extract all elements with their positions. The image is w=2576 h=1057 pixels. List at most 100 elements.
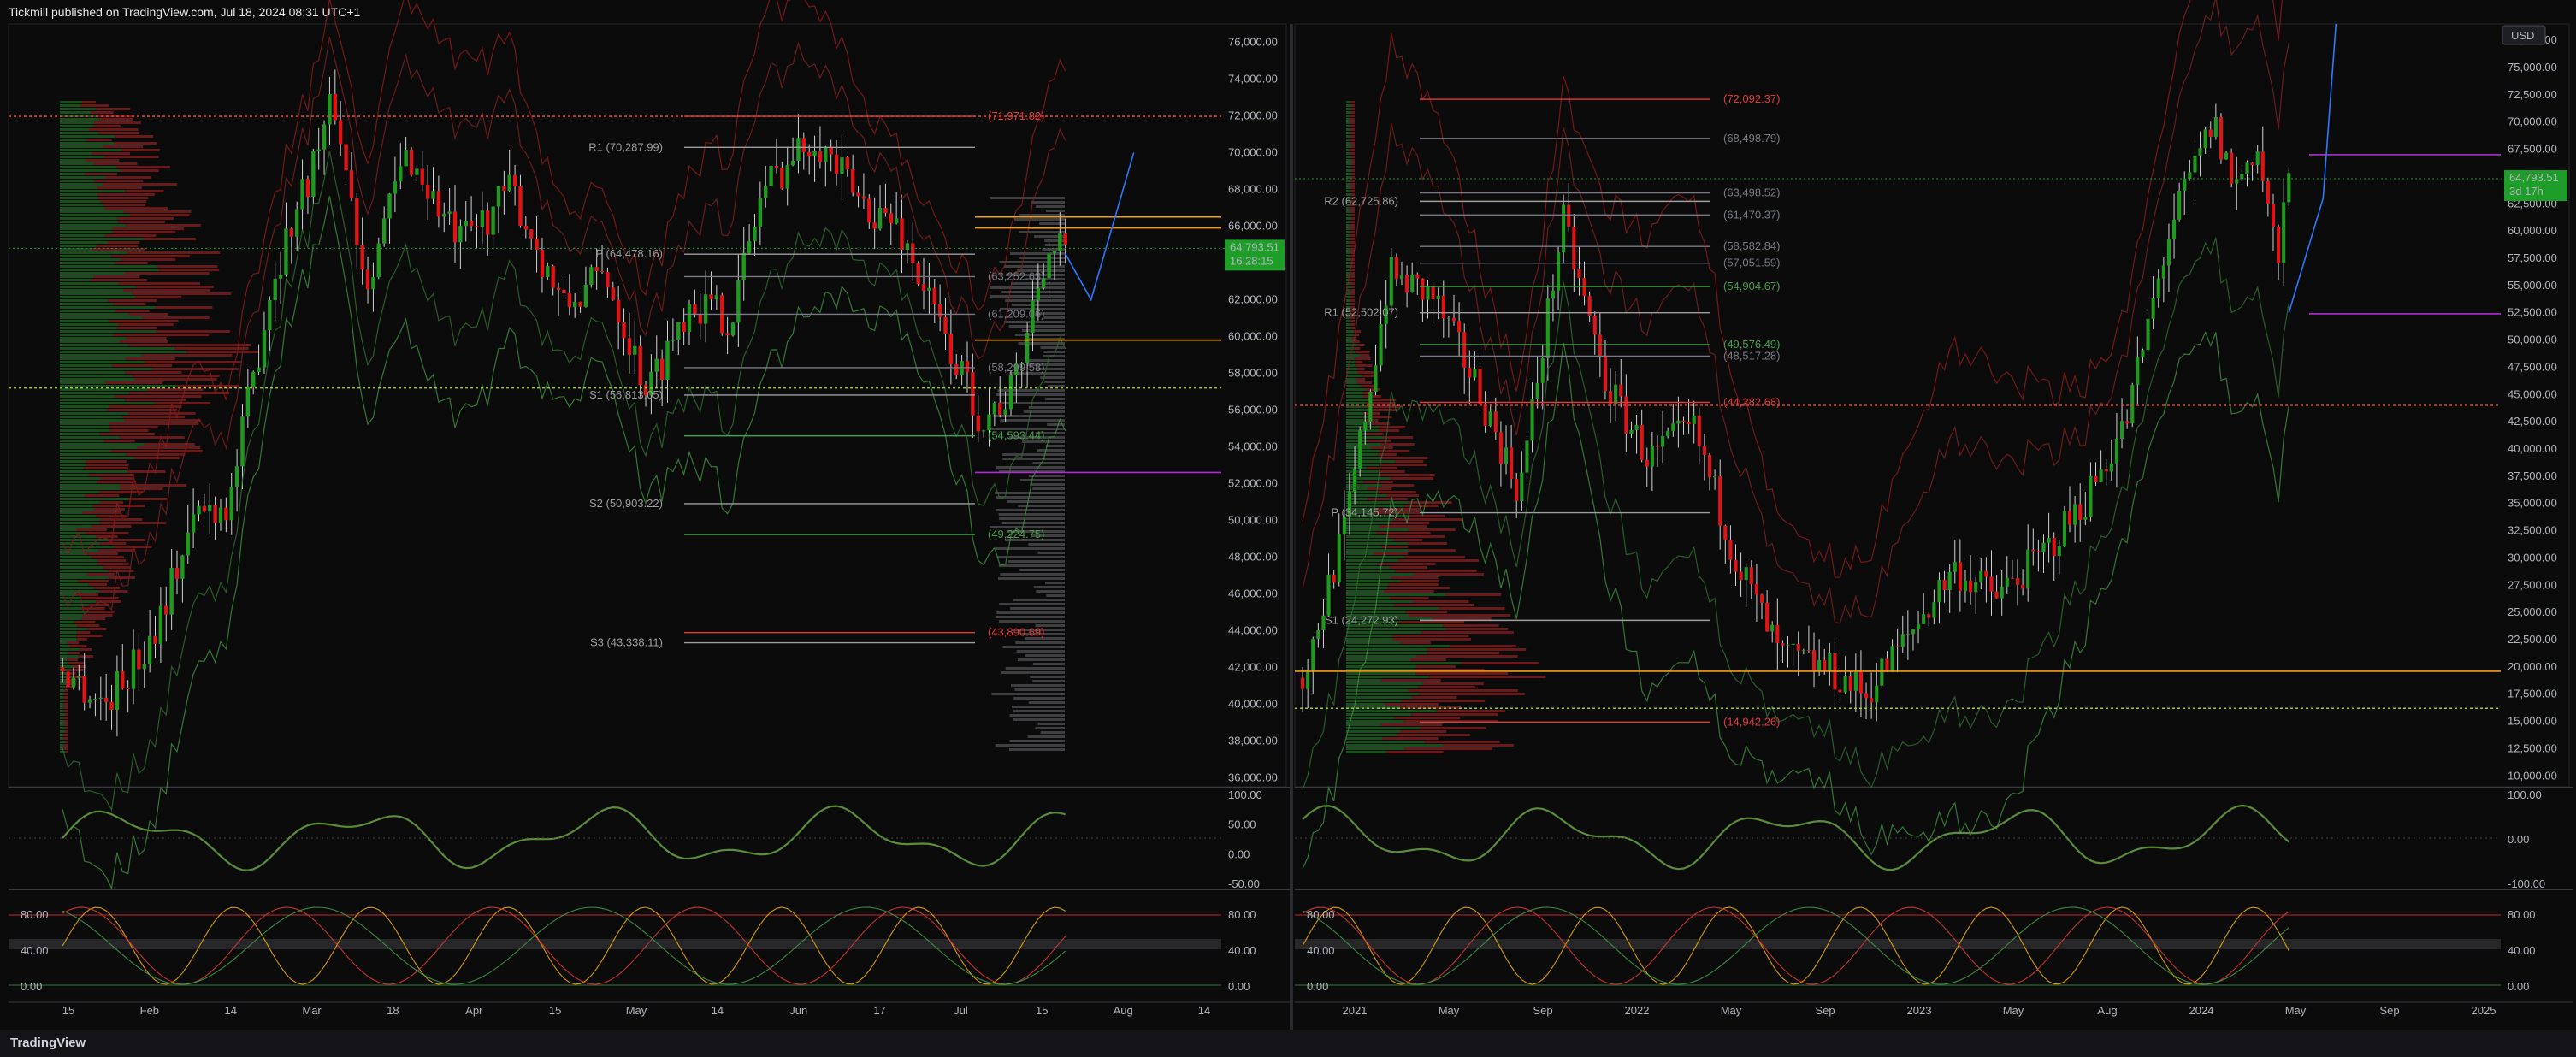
candle-body (224, 507, 228, 521)
candle-body (1025, 333, 1030, 363)
vp-bar-down (1378, 563, 1436, 565)
vp-bar-down (62, 744, 68, 747)
candle-body (1905, 634, 1910, 635)
vp-bar-down (134, 296, 182, 298)
vp-bar-up (60, 443, 145, 446)
vp-bar-down (1391, 576, 1439, 579)
time-tick-label: May (1439, 1004, 1460, 1017)
vp-bar-up (60, 334, 114, 336)
candle-body (1515, 479, 1519, 502)
vp-bar-up (1346, 713, 1412, 716)
vp-bar-down (63, 723, 68, 726)
vp-bar-up (1346, 727, 1421, 729)
vp-bar-up (1346, 409, 1370, 411)
candle-body (1781, 643, 1785, 646)
vp-bar-down (103, 566, 131, 569)
vp-bar-down (126, 224, 201, 227)
candle-body (115, 671, 120, 711)
vp-bar-down (1356, 378, 1366, 381)
vp-bar-down (128, 344, 251, 346)
candle-body (2031, 549, 2035, 552)
vp-bar-down (1350, 296, 1355, 298)
session-vp-bar (1005, 299, 1065, 302)
vp-bar-down (107, 241, 140, 244)
level-label: (49,224.75) (988, 528, 1045, 540)
session-vp-bar (1046, 594, 1065, 597)
candle-body (1890, 646, 1894, 672)
candle-body (1457, 321, 1462, 333)
vp-bar-down (1350, 128, 1355, 131)
vp-bar-down (1409, 515, 1445, 517)
candle-body (1052, 251, 1057, 254)
vp-bar-down (1350, 210, 1355, 213)
rsi-tick-label: -50.00 (1228, 877, 1260, 890)
vp-bar-up (1346, 628, 1446, 630)
vp-bar-up (1346, 542, 1409, 545)
candle-body (812, 151, 817, 157)
vp-bar-up (1346, 381, 1358, 384)
level-label: R2 (62,725.86) (1324, 194, 1398, 207)
candle-body (1353, 469, 1357, 492)
candle-body (512, 174, 517, 186)
vp-bar-up (1346, 422, 1372, 425)
candle-body (486, 210, 490, 235)
candle-body (2198, 148, 2202, 156)
session-vp-bar (1011, 706, 1065, 708)
candle-body (1911, 629, 1916, 635)
vp-bar-down (97, 559, 127, 562)
vp-bar-up (1346, 337, 1352, 340)
chart-canvas[interactable]: 76,000.00 74,000.00 72,000.00 70,000.00 68,0… (0, 0, 2576, 1057)
vp-bar-down (1349, 207, 1355, 210)
candle-body (2089, 475, 2093, 517)
vp-bar-up (60, 402, 156, 404)
vp-bar-up (1346, 145, 1352, 148)
candle-body (77, 676, 81, 678)
vp-bar-up (1346, 128, 1350, 131)
price-tick-label: 76,000.00 (1228, 35, 1278, 48)
candle-body (186, 532, 190, 556)
candle-body (1332, 574, 1336, 583)
vp-bar-down (132, 375, 220, 377)
vp-bar-down (1429, 676, 1546, 678)
level-label: S3 (43,338.11) (590, 636, 663, 649)
candle-body (1765, 602, 1770, 632)
vp-bar-up (1346, 152, 1350, 155)
session-vp-bar (1021, 329, 1065, 332)
candle-body (1650, 446, 1654, 467)
vp-bar-down (1433, 617, 1492, 620)
level-label: R1 (70,287.99) (588, 140, 663, 153)
session-vp-bar (1007, 560, 1065, 563)
vp-bar-down (1415, 672, 1509, 675)
vp-bar-down (1349, 241, 1355, 244)
candle-body (1947, 571, 1952, 590)
session-vp-bar (996, 393, 1065, 396)
vp-bar-down (1350, 323, 1356, 326)
candle-body (1545, 298, 1550, 358)
vp-bar-down (1412, 696, 1457, 699)
price-tick-label: 20,000.00 (2508, 660, 2557, 673)
candle-body (213, 505, 217, 523)
vp-bar-up (60, 108, 96, 110)
vp-bar-up (1346, 751, 1386, 753)
vp-bar-down (129, 392, 230, 394)
vp-bar-down (99, 433, 156, 435)
vp-bar-down (1350, 183, 1355, 186)
candle-body (840, 157, 844, 174)
price-tick-label: 40,000.00 (1228, 697, 1278, 710)
candle-body (556, 287, 561, 290)
candle-body (1775, 624, 1780, 644)
candle-body (523, 225, 529, 230)
level-label: S1 (56,813.05) (589, 388, 663, 401)
candle-body (850, 169, 855, 193)
vp-bar-up (60, 316, 143, 319)
time-tick-label: Sep (1815, 1004, 1835, 1017)
footer-bar: TradingView (0, 1030, 2576, 1057)
session-vp-bar (1018, 505, 1065, 507)
vp-bar-down (104, 234, 157, 237)
candle-body (103, 697, 109, 702)
vp-bar-down (109, 426, 158, 428)
price-tick-label: 46,000.00 (1228, 587, 1278, 599)
candle-body (1994, 591, 1999, 599)
candle-body (905, 243, 910, 251)
session-vp-bar (998, 513, 1065, 516)
